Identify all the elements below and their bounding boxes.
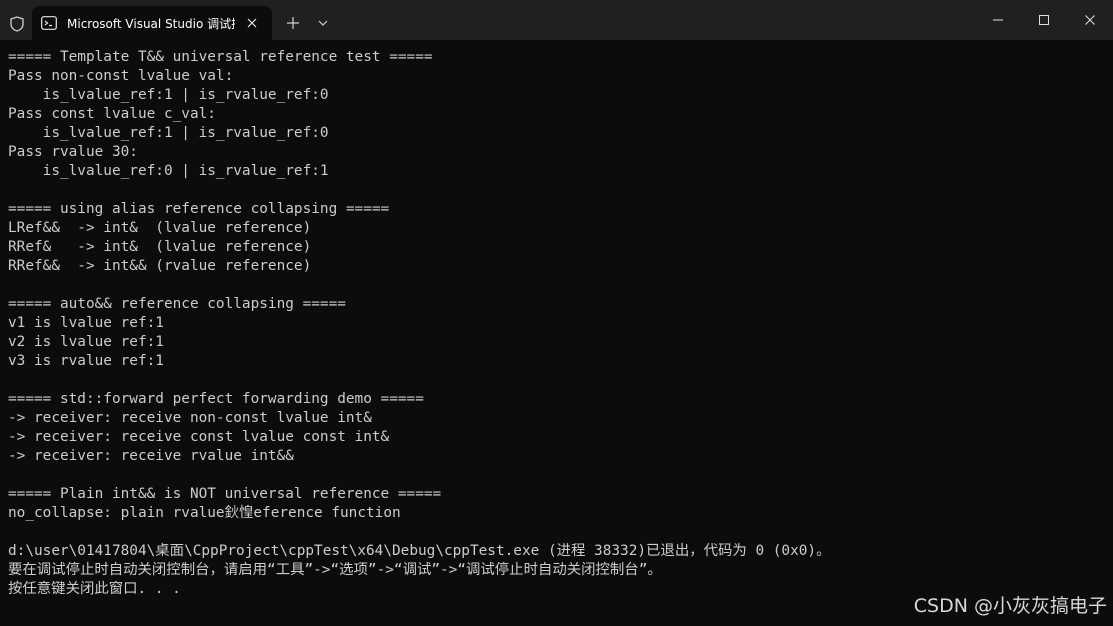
console-line: -> receiver: receive rvalue int&& <box>8 448 294 464</box>
console-line: ===== auto&& reference collapsing ===== <box>8 296 346 312</box>
console-line: ===== std::forward perfect forwarding de… <box>8 391 424 407</box>
console-line: Pass const lvalue c_val: <box>8 106 216 122</box>
terminal-app-icon <box>41 15 57 31</box>
console-line: is_lvalue_ref:0 | is_rvalue_ref:1 <box>8 163 329 179</box>
close-window-icon[interactable] <box>1067 0 1113 40</box>
tab-close-icon[interactable] <box>244 15 260 31</box>
console-line: 要在调试停止时自动关闭控制台，请启用“工具”->“选项”->“调试”->“调试停… <box>8 562 662 578</box>
console-line: is_lvalue_ref:1 | is_rvalue_ref:0 <box>8 125 329 141</box>
console-line: no_collapse: plain rvalue鈥惶eference func… <box>8 505 401 521</box>
console-line: -> receiver: receive non-const lvalue in… <box>8 410 372 426</box>
console-line: Pass rvalue 30: <box>8 144 138 160</box>
console-line: d:\user\01417804\桌面\CppProject\cppTest\x… <box>8 543 831 559</box>
new-tab-plus-icon[interactable] <box>282 12 304 34</box>
shield-icon[interactable] <box>8 14 26 34</box>
title-bar: Microsoft Visual Studio 调试控 <box>0 0 1113 40</box>
console-line: RRef&& -> int&& (rvalue reference) <box>8 258 312 274</box>
console-line: ===== Template T&& universal reference t… <box>8 49 433 65</box>
console-line: is_lvalue_ref:1 | is_rvalue_ref:0 <box>8 87 329 103</box>
console-line: RRef& -> int& (lvalue reference) <box>8 239 312 255</box>
console-line: -> receiver: receive const lvalue const … <box>8 429 390 445</box>
console-line: ===== Plain int&& is NOT universal refer… <box>8 486 442 502</box>
console-line: LRef&& -> int& (lvalue reference) <box>8 220 312 236</box>
chevron-down-icon[interactable] <box>312 12 334 34</box>
console-line: Pass non-const lvalue val: <box>8 68 234 84</box>
console-line: ===== using alias reference collapsing =… <box>8 201 390 217</box>
terminal-tab[interactable]: Microsoft Visual Studio 调试控 <box>32 6 272 40</box>
maximize-icon[interactable] <box>1021 0 1067 40</box>
tab-title: Microsoft Visual Studio 调试控 <box>67 16 235 31</box>
csdn-watermark: CSDN @小灰灰搞电子 <box>913 595 1107 617</box>
minimize-icon[interactable] <box>975 0 1021 40</box>
console-line: v3 is rvalue ref:1 <box>8 353 164 369</box>
console-line: v1 is lvalue ref:1 <box>8 315 164 331</box>
console-line: v2 is lvalue ref:1 <box>8 334 164 350</box>
console-output[interactable]: ===== Template T&& universal reference t… <box>8 48 1108 608</box>
